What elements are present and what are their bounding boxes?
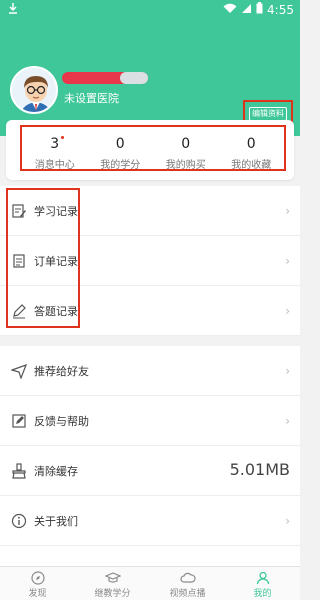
info-icon: [10, 512, 28, 530]
pencil-icon: [10, 302, 28, 320]
chevron-right-icon: ›: [285, 364, 290, 378]
stat-value: 0: [115, 136, 125, 152]
list-item-order-records[interactable]: 订单记录 ›: [0, 236, 300, 286]
list-item-about[interactable]: 关于我们 ›: [0, 496, 300, 546]
records-list: 学习记录 › 订单记录 › 答题记录 ›: [0, 186, 300, 336]
stat-purchases[interactable]: 0 我的购买: [154, 127, 218, 171]
unread-dot: [61, 136, 65, 139]
tab-label: 视频点播: [169, 589, 206, 599]
stat-favorites[interactable]: 0 我的收藏: [219, 127, 283, 171]
tab-credits[interactable]: 继教学分: [75, 567, 150, 600]
list-item-label: 答题记录: [34, 304, 78, 318]
tab-label: 继教学分: [94, 589, 131, 599]
cloud-icon: [150, 570, 225, 586]
tab-discover[interactable]: 发现: [0, 567, 75, 600]
stat-label: 我的收藏: [231, 160, 272, 171]
feedback-icon: [10, 412, 28, 430]
stat-messages[interactable]: 3 消息中心: [23, 127, 87, 171]
cache-size: 5.01MB: [229, 460, 290, 479]
wifi-icon: [223, 3, 237, 17]
stat-label: 消息中心: [34, 160, 75, 171]
list-item-quiz-records[interactable]: 答题记录 ›: [0, 286, 300, 336]
chevron-right-icon: ›: [285, 304, 290, 318]
tab-video[interactable]: 视频点播: [150, 567, 225, 600]
list-item-share[interactable]: 推荐给好友 ›: [0, 346, 300, 396]
download-icon: [8, 2, 18, 17]
broom-icon: [10, 462, 28, 480]
avatar[interactable]: [10, 66, 58, 114]
list-item-label: 推荐给好友: [34, 364, 89, 378]
user-icon: [225, 570, 300, 586]
tab-label: 发现: [28, 589, 47, 599]
stat-credits[interactable]: 0 我的学分: [88, 127, 152, 171]
battery-icon: [256, 2, 263, 17]
signal-icon: [241, 3, 252, 17]
chevron-right-icon: ›: [285, 514, 290, 528]
bottom-tab-bar: 发现 继教学分 视频点播 我的: [0, 566, 300, 600]
list-item-label: 学习记录: [34, 204, 78, 218]
list-item-clear-cache[interactable]: 清除缓存 5.01MB: [0, 446, 300, 496]
stat-label: 我的学分: [100, 160, 141, 171]
list-item-study-records[interactable]: 学习记录 ›: [0, 186, 300, 236]
profile-header: 未设置医院 编辑资料: [0, 20, 300, 136]
chevron-right-icon: ›: [285, 254, 290, 268]
settings-list: 推荐给好友 › 反馈与帮助 › 清除缓存 5.01MB 关于我们 ›: [0, 346, 300, 566]
hospital-label: 未设置医院: [64, 92, 119, 105]
stat-value: 3: [50, 136, 60, 152]
stat-value: 0: [181, 136, 191, 152]
list-item-label: 订单记录: [34, 254, 78, 268]
stats-card: 3 消息中心 0 我的学分 0 我的购买 0 我的收藏: [6, 120, 294, 180]
tab-label: 我的: [253, 589, 272, 599]
status-time: 4:55: [267, 2, 294, 17]
list-item-label: 反馈与帮助: [34, 414, 89, 428]
order-list-icon: [10, 252, 28, 270]
username-redacted: [62, 72, 148, 84]
stats-highlight: 3 消息中心 0 我的学分 0 我的购买 0 我的收藏: [20, 125, 286, 171]
list-item-label: 关于我们: [34, 514, 78, 528]
chevron-right-icon: ›: [285, 414, 290, 428]
edit-note-icon: [10, 202, 28, 220]
list-item-label: 清除缓存: [34, 464, 78, 478]
send-icon: [10, 362, 28, 380]
stat-label: 我的购买: [165, 160, 206, 171]
chevron-right-icon: ›: [285, 204, 290, 218]
stat-value: 0: [246, 136, 256, 152]
compass-icon: [0, 570, 75, 586]
list-item-feedback[interactable]: 反馈与帮助 ›: [0, 396, 300, 446]
status-bar: 4:55: [0, 0, 300, 20]
tab-mine[interactable]: 我的: [225, 567, 300, 600]
graduation-cap-icon: [75, 570, 150, 586]
edit-profile-button[interactable]: 编辑资料: [249, 107, 287, 121]
